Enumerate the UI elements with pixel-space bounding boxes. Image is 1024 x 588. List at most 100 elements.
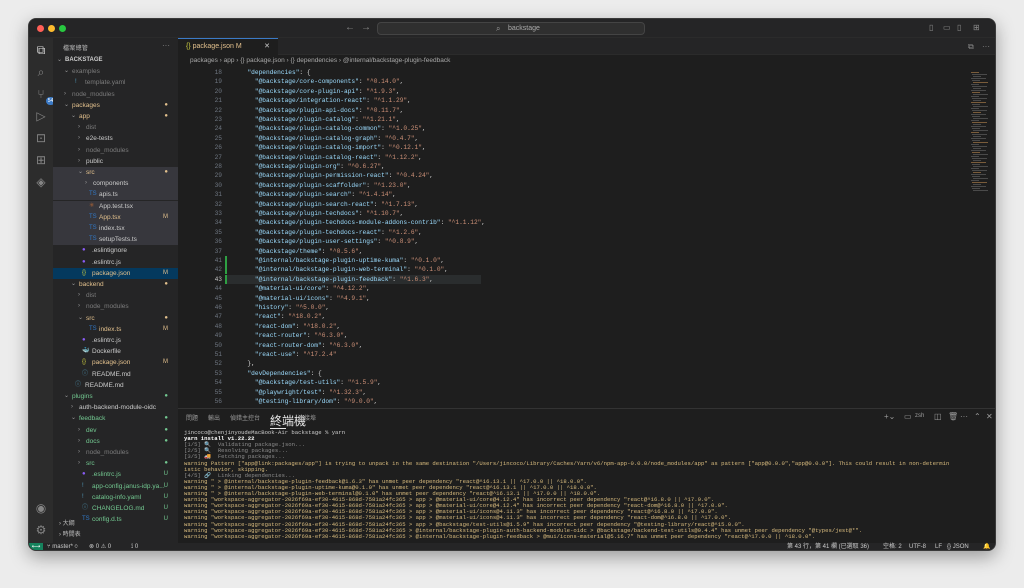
more-actions-icon[interactable]: ··· — [162, 41, 170, 50]
panel-tab[interactable]: 連接埠 — [298, 413, 316, 422]
new-terminal-icon[interactable]: +⌄ — [884, 412, 895, 421]
panel-tab[interactable]: 輸出 — [208, 413, 220, 422]
tree-folder[interactable]: › node_modules — [53, 145, 178, 156]
account-icon[interactable]: ◉ — [33, 500, 49, 516]
panel-tab[interactable]: 問題 — [186, 413, 198, 422]
tree-folder[interactable]: › components — [53, 178, 178, 190]
tree-folder[interactable]: › node_modules — [53, 301, 178, 312]
more-actions-icon[interactable]: ··· — [982, 42, 990, 51]
tree-folder[interactable]: ⌄ src ● — [53, 313, 178, 324]
layout-sidebar-icon[interactable]: ▯ — [929, 23, 933, 32]
tree-folder[interactable]: › auth-backend-module-oidc — [53, 402, 178, 413]
tree-folder[interactable]: ⌄ examples — [53, 66, 178, 77]
tree-folder[interactable]: › dist — [53, 290, 178, 301]
tree-folder[interactable]: › e2e-tests — [53, 133, 178, 144]
layout-panel-icon[interactable]: ▭ — [943, 23, 951, 32]
terminal[interactable]: jincoco@chenjinyoudeMacBook-Air backstag… — [184, 429, 994, 542]
back-arrow-icon[interactable]: ← — [345, 22, 355, 33]
breadcrumb-item[interactable]: {} dependencies — [290, 57, 337, 64]
tree-folder[interactable]: › src ● — [53, 458, 178, 469]
command-center-search[interactable]: ⌕ backstage — [377, 22, 645, 35]
tree-folder[interactable]: › public — [53, 156, 178, 167]
maximize-panel-icon[interactable]: ⌃ — [974, 412, 981, 421]
tree-file[interactable]: ● .eslintrc.js — [53, 257, 178, 268]
tree-folder[interactable]: ⌄ packages ● — [53, 100, 178, 111]
tree-file[interactable]: 🐳 Dockerfile — [53, 346, 178, 357]
tree-file[interactable]: ● .eslintrc.js U — [53, 469, 178, 480]
tree-folder[interactable]: ⌄ feedback ● — [53, 413, 178, 424]
tree-folder[interactable]: ⌄ BACKSTAGE — [53, 55, 178, 66]
tree-folder[interactable]: › dist — [53, 122, 178, 133]
branch-status[interactable]: ⑂ master* ⟳ — [47, 543, 78, 550]
tree-file[interactable]: ! catalog-info.yaml U — [53, 492, 178, 503]
language-mode[interactable]: {} JSON — [947, 543, 969, 550]
panel-tab[interactable]: 偵錯主控台 — [230, 413, 260, 422]
explorer-icon[interactable]: ⧉ — [33, 42, 49, 58]
tree-file[interactable]: TS apis.ts — [53, 189, 178, 201]
tree-folder[interactable]: › dev ● — [53, 425, 178, 436]
close-tab-icon[interactable]: ✕ — [264, 39, 270, 55]
tree-folder[interactable]: › node_modules — [53, 447, 178, 458]
breadcrumb-item[interactable]: app — [224, 57, 235, 64]
kill-terminal-icon[interactable]: 🗑 — [948, 412, 958, 421]
tab-package-json[interactable]: {} package.json M ✕ — [178, 38, 278, 55]
notifications-icon[interactable]: 🔔 — [983, 543, 990, 550]
terminal-icon[interactable]: ▭ — [904, 412, 912, 421]
remote-indicator-icon[interactable]: ⟷ — [29, 543, 43, 550]
encoding[interactable]: UTF-8 — [909, 543, 926, 550]
customize-layout-icon[interactable]: ⊞ — [973, 23, 980, 32]
tree-file[interactable]: ! app-config.janus-idp.ya... U — [53, 481, 178, 492]
tree-file[interactable]: ⚛ App.test.tsx — [53, 200, 178, 212]
chevron-down-icon: ⌄ — [78, 169, 84, 175]
tree-file[interactable]: ⓘ README.md — [53, 369, 178, 380]
open-changes-icon[interactable]: ⧉ — [968, 42, 974, 52]
tree-file[interactable]: ! template.yaml — [53, 77, 178, 88]
minimize-window-button[interactable] — [48, 25, 55, 32]
minimap[interactable] — [968, 68, 995, 408]
tree-file[interactable]: {} package.json M — [53, 267, 178, 279]
extensions-icon[interactable]: ⊞ — [33, 152, 49, 168]
close-panel-icon[interactable]: ✕ — [986, 412, 993, 421]
end-of-line[interactable]: LF — [935, 543, 942, 550]
tree-folder[interactable]: › docs ● — [53, 436, 178, 447]
ports-status[interactable]: ⟟ 0 — [131, 543, 138, 550]
shell-name[interactable]: zsh — [915, 413, 924, 419]
tree-file[interactable]: TS App.tsx M — [53, 211, 178, 223]
more-actions-icon[interactable]: ··· — [960, 412, 968, 421]
timeline-section[interactable]: › 時間表 — [53, 530, 178, 541]
docker-icon[interactable]: ◈ — [33, 174, 49, 190]
tree-file[interactable]: TS index.tsx — [53, 223, 178, 234]
tree-file[interactable]: ● .eslintignore — [53, 245, 178, 256]
tree-folder[interactable]: ⌄ src ● — [53, 167, 178, 178]
close-window-button[interactable] — [37, 25, 44, 32]
breadcrumb-item[interactable]: @internal/backstage-plugin-feedback — [343, 57, 450, 64]
tree-folder[interactable]: ⌄ app ● — [53, 111, 178, 122]
source-control-icon[interactable]: ⑂ 54 — [33, 86, 55, 105]
tree-file[interactable]: ● .eslintrc.js — [53, 335, 178, 346]
tree-file[interactable]: ⓘ CHANGELOG.md U — [53, 503, 178, 514]
panel-tab[interactable]: 終端機 — [270, 413, 306, 429]
cursor-position[interactable]: 第 43 行，第 41 欄 (已選取 36) — [787, 543, 869, 550]
tree-folder[interactable]: ⌄ plugins ● — [53, 391, 178, 402]
tree-file[interactable]: ⓘ README.md — [53, 380, 178, 391]
tree-file[interactable]: TS index.ts M — [53, 324, 178, 335]
outline-section[interactable]: › 大綱 — [53, 519, 178, 530]
maximize-window-button[interactable] — [59, 25, 66, 32]
settings-gear-icon[interactable]: ⚙ — [33, 522, 49, 538]
indentation[interactable]: 空格: 2 — [883, 543, 902, 550]
tree-folder[interactable]: ⌄ backend ● — [53, 279, 178, 290]
layout-secondary-icon[interactable]: ▯ — [957, 23, 961, 32]
tree-file[interactable]: TS setupTests.ts — [53, 234, 178, 246]
breadcrumb-item[interactable]: {} package.json — [240, 57, 284, 64]
tree-file[interactable]: {} package.json M — [53, 357, 178, 368]
remote-explorer-icon[interactable]: ⊡ — [33, 130, 49, 146]
tree-folder[interactable]: › node_modules — [53, 89, 178, 100]
split-terminal-icon[interactable]: ◫ — [934, 412, 942, 421]
problems-status[interactable]: ⊗ 0 ⚠ 0 — [89, 543, 111, 550]
run-debug-icon[interactable]: ▷ — [33, 108, 49, 124]
code-editor[interactable]: 18 "dependencies": {19 "@backstage/core-… — [178, 68, 968, 408]
forward-arrow-icon[interactable]: → — [361, 22, 371, 33]
search-icon[interactable]: ⌕ — [33, 64, 49, 80]
minimap-line — [973, 106, 988, 107]
breadcrumb-item[interactable]: packages — [190, 57, 218, 64]
